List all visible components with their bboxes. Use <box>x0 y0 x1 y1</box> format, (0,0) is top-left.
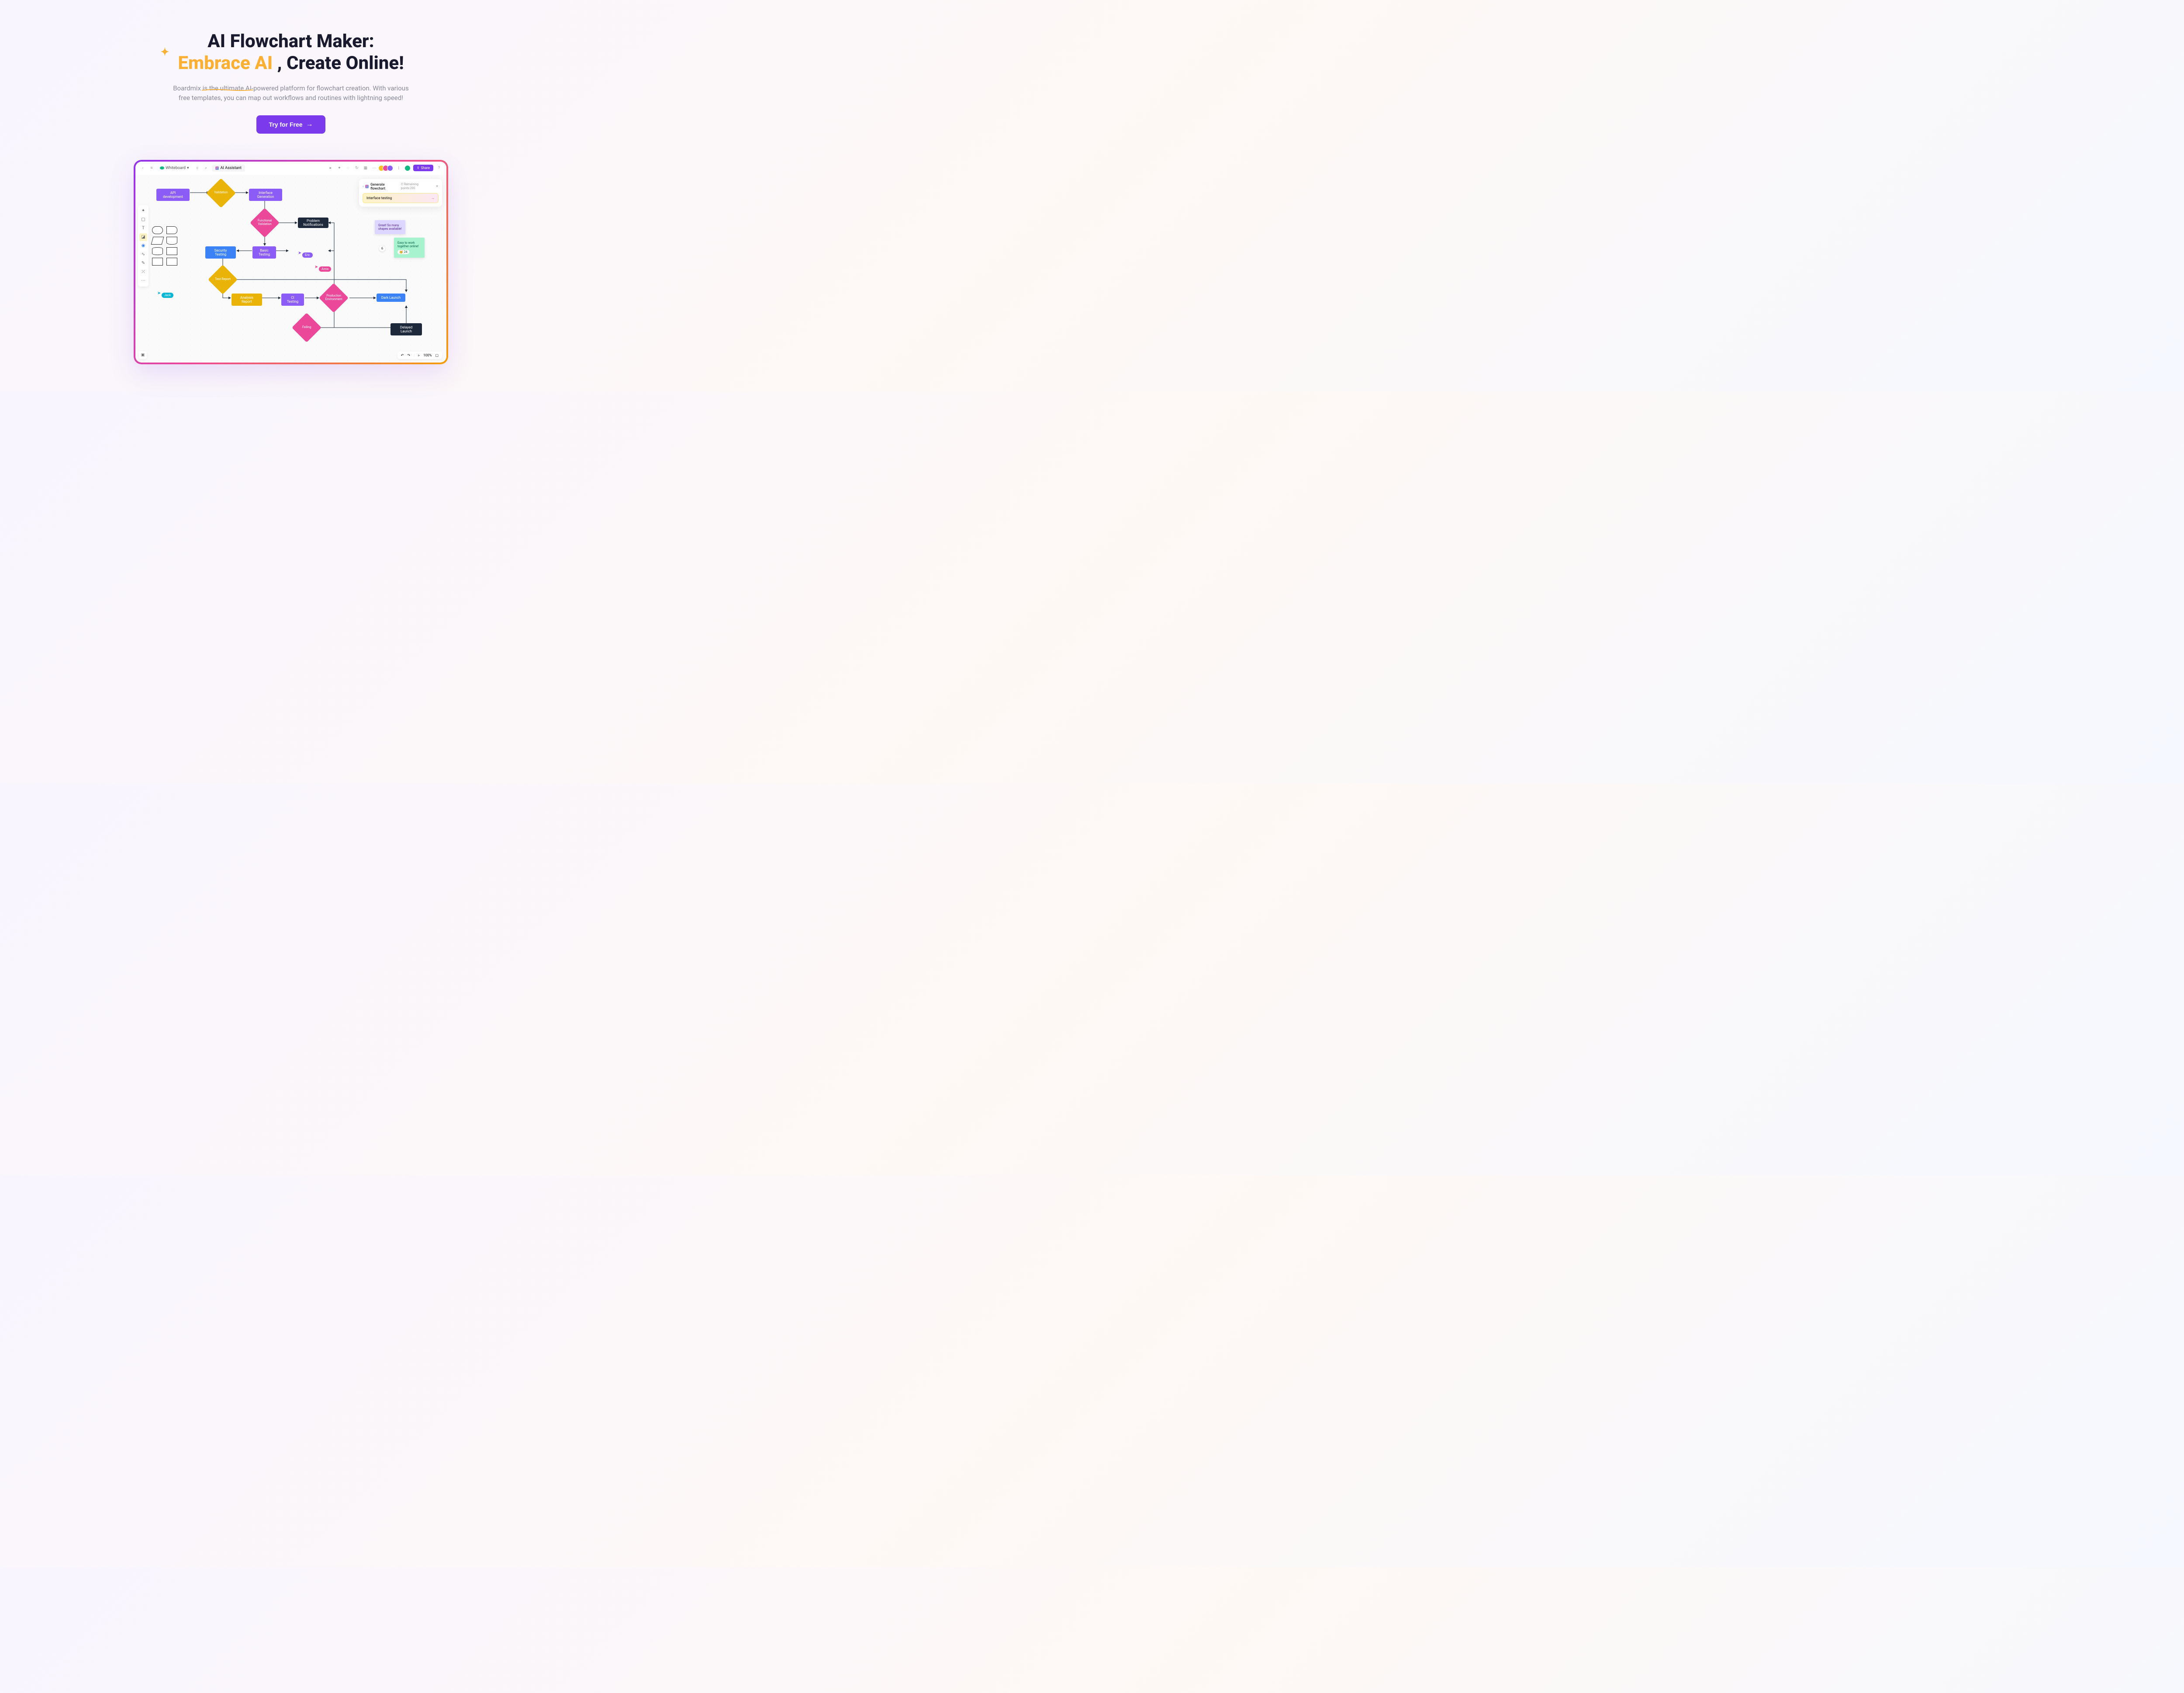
more-icon[interactable]: ⋯ <box>371 165 377 171</box>
app-screenshot: ‹ ≡ Whiteboard ▾ ⬨ ⌕ AI Assistant ▸ ✦ ◌ … <box>134 160 448 364</box>
shape-rounded[interactable] <box>152 226 163 234</box>
line-tool[interactable]: ∿ <box>139 251 147 259</box>
user-avatar[interactable] <box>404 165 411 171</box>
try-free-button[interactable]: Try for Free → <box>256 115 325 134</box>
shape-tool[interactable]: ◉ <box>139 242 147 250</box>
node-analysis[interactable]: Analysis Report <box>232 294 262 306</box>
minimap-button[interactable]: ▣ <box>139 351 147 359</box>
node-security[interactable]: Security Testing <box>205 246 236 259</box>
history-icon[interactable]: ↻ <box>354 165 360 171</box>
undo-button[interactable]: ↶ <box>401 353 404 357</box>
more-tools[interactable]: ⋯ <box>139 277 147 285</box>
sticky-green[interactable]: Easy to work together online! 🥳 24 <box>394 238 425 258</box>
share-icon: ⇪ <box>417 166 420 170</box>
node-interface-gen[interactable]: Interface Generation <box>249 189 282 201</box>
node-api[interactable]: API development <box>156 189 190 201</box>
cursor-tool[interactable]: ✦ <box>139 207 147 215</box>
ai-logo-icon <box>215 166 219 170</box>
shape-cylinder[interactable] <box>152 247 163 255</box>
cursor-jack: Jack <box>162 293 173 298</box>
pen-tool[interactable]: ✎ <box>139 259 147 267</box>
node-ci[interactable]: CI Testing <box>281 294 304 306</box>
sticky-tool[interactable]: ◪ <box>139 233 147 241</box>
back-button[interactable]: ‹ <box>140 165 146 171</box>
board-name-selector[interactable]: Whiteboard ▾ <box>157 165 192 172</box>
node-dark-launch[interactable]: Dark Launch <box>377 294 405 302</box>
node-basic[interactable]: Basic Testing <box>252 246 276 259</box>
underline-decoration <box>178 75 277 77</box>
sticky-purple[interactable]: Great! So many shapes available! <box>375 220 405 234</box>
connector-tool[interactable]: ⤫ <box>139 268 147 276</box>
menu-button[interactable]: ≡ <box>149 165 155 171</box>
shape-document[interactable] <box>166 237 177 245</box>
share-button[interactable]: ⇪ Share <box>413 165 433 171</box>
ai-generate-panel: ‹ Generate flowchart ⏱ Remaining points:… <box>359 179 442 207</box>
fireworks-icon[interactable]: ✦ <box>336 165 342 171</box>
node-failing[interactable]: Failing <box>292 313 321 342</box>
frame-tool[interactable]: ▢ <box>139 216 147 224</box>
shape-note[interactable] <box>152 258 163 266</box>
cursor-anna: Anna <box>319 266 331 272</box>
shape-table[interactable] <box>166 247 177 255</box>
redo-button[interactable]: ↷ <box>407 353 410 357</box>
send-icon[interactable]: → <box>431 196 435 200</box>
cloud-icon <box>160 166 164 169</box>
zoom-controls: ↶ ↷ | ▹ 100% ▢ <box>397 352 442 359</box>
node-validation[interactable]: Validation <box>206 178 236 208</box>
text-tool[interactable]: T <box>139 225 147 232</box>
reaction-badge[interactable]: 🥳 24 <box>397 250 409 254</box>
points-label: ⏱ Remaining points:200 <box>401 183 432 190</box>
tools-panel: ✦ ▢ T ◪ ◉ ∿ ✎ ⤫ ⋯ <box>138 205 149 287</box>
zoom-level[interactable]: 100% <box>423 353 432 357</box>
node-delayed[interactable]: Delayed Launch <box>390 323 422 335</box>
shape-folder[interactable] <box>166 258 177 266</box>
ai-logo-icon <box>365 185 369 188</box>
app-toolbar: ‹ ≡ Whiteboard ▾ ⬨ ⌕ AI Assistant ▸ ✦ ◌ … <box>135 162 446 175</box>
cursor-mode[interactable]: ▹ <box>418 353 420 357</box>
shape-rect[interactable] <box>166 226 177 234</box>
close-icon[interactable]: ✕ <box>435 184 439 188</box>
search-icon[interactable]: ⌕ <box>203 165 209 171</box>
highlight-text: Embrace AI <box>178 52 277 74</box>
reaction-count[interactable]: 6 <box>379 245 385 252</box>
node-functional[interactable]: Functional Validation <box>250 208 280 238</box>
page-title: ✦ AI Flowchart Maker: Embrace AI , Creat… <box>178 31 404 75</box>
fit-button[interactable]: ▢ <box>435 353 439 357</box>
comment-icon[interactable]: ◌ <box>345 165 351 171</box>
node-production[interactable]: Production Environment <box>319 283 349 313</box>
canvas[interactable]: ✦ ▢ T ◪ ◉ ∿ ✎ ⤫ ⋯ <box>135 175 446 363</box>
chevron-down-icon: ▾ <box>187 166 189 170</box>
ai-prompt-input[interactable]: Interface testing → <box>363 193 439 203</box>
shape-parallelogram[interactable] <box>151 237 164 245</box>
arrow-icon: → <box>306 121 313 128</box>
layers-icon[interactable]: ▦ <box>363 165 369 171</box>
node-problem[interactable]: Problem Notifications <box>298 218 328 228</box>
collaborator-avatars[interactable] <box>380 165 393 171</box>
cursor-eric: Eric <box>302 252 313 258</box>
subtitle: Boardmix is the ultimate AI-powered plat… <box>169 83 413 103</box>
help-icon[interactable]: ? <box>436 165 442 171</box>
tag-icon[interactable]: ⬨ <box>194 165 200 171</box>
avatar <box>387 165 393 171</box>
ai-assistant-button[interactable]: AI Assistant <box>212 165 245 172</box>
sparkle-icon: ✦ <box>160 46 169 59</box>
node-test-report[interactable]: Test Report <box>208 265 238 294</box>
divider: | <box>396 165 402 171</box>
shapes-palette <box>152 226 178 266</box>
play-icon[interactable]: ▸ <box>328 165 334 171</box>
